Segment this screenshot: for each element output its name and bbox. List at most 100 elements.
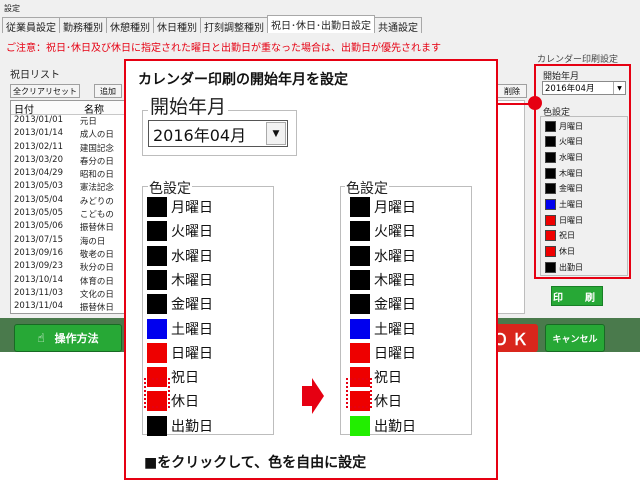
list-item-date: 2013/05/04 <box>14 194 63 205</box>
list-item-name: 秋分の日 <box>79 263 114 274</box>
holiday-list[interactable]: 日付 名称 2013/01/01 元日 2013/01/14 成人の日 2013/02/… <box>10 100 128 314</box>
color-swatch[interactable] <box>545 230 556 242</box>
color-swatch[interactable] <box>147 269 167 290</box>
cancel-button[interactable]: キャンセル <box>545 324 605 352</box>
callout-color-row-label: 祝日 <box>171 370 199 387</box>
list-item-date: 2013/05/05 <box>14 208 63 219</box>
tab-work-type[interactable]: 勤務種別 <box>59 17 107 34</box>
help-button-label: 操作方法 <box>54 332 99 345</box>
list-item[interactable]: 2013/11/03 文化の日 <box>11 288 127 301</box>
color-row: 月曜日 <box>545 119 583 133</box>
list-item-date: 2013/09/23 <box>14 261 63 272</box>
list-item[interactable]: 2013/05/06 振替休日 <box>11 221 127 234</box>
chevron-down-icon[interactable]: ▼ <box>266 122 286 145</box>
column-name[interactable]: 名称 <box>81 101 104 116</box>
tab-employee[interactable]: 従業員設定 <box>2 17 60 34</box>
color-swatch[interactable] <box>350 269 370 290</box>
list-item-date: 2013/05/03 <box>14 181 63 192</box>
list-item[interactable]: 2013/11/04 振替休日 <box>11 301 127 313</box>
color-swatch[interactable] <box>147 318 167 339</box>
delete-button[interactable]: 削除 <box>497 84 527 98</box>
color-swatch[interactable] <box>545 246 556 258</box>
list-item[interactable]: 2013/09/16 敬老の日 <box>11 248 127 261</box>
color-swatch[interactable] <box>350 415 370 436</box>
color-row: 日曜日 <box>545 213 583 227</box>
notice-text: ご注意：祝日･休日及び休日に指定された曜日と出勤日が重なった場合は、出勤日が優先… <box>6 43 441 54</box>
chevron-down-icon[interactable]: ▼ <box>613 82 625 94</box>
list-item-date: 2013/11/04 <box>14 301 63 312</box>
color-swatch[interactable] <box>545 136 556 148</box>
color-swatch[interactable] <box>147 342 167 363</box>
list-item[interactable]: 2013/07/15 海の日 <box>11 235 127 248</box>
color-swatch[interactable] <box>350 294 370 315</box>
callout-color-row-label: 日曜日 <box>171 345 213 362</box>
color-row: 祝日 <box>545 229 575 243</box>
list-item-name: 体育の日 <box>79 276 114 287</box>
callout-start-month-select[interactable]: 2016年04月 ▼ <box>148 120 288 147</box>
color-swatch[interactable] <box>545 151 556 163</box>
tab-common[interactable]: 共通設定 <box>374 17 422 34</box>
color-row: 土曜日 <box>545 198 583 212</box>
print-button[interactable]: 印 刷 <box>551 286 603 306</box>
color-swatch[interactable] <box>147 415 167 436</box>
color-swatch[interactable] <box>147 197 167 217</box>
color-row-label: 火曜日 <box>559 137 583 147</box>
color-swatch[interactable] <box>147 221 167 242</box>
callout-title: カレンダー印刷の開始年月を設定 <box>138 72 348 88</box>
list-item[interactable]: 2013/05/05 こどもの <box>11 208 127 221</box>
callout-color-label-before: 色設定 <box>148 178 192 198</box>
callout-color-row: 出勤日 <box>147 415 213 437</box>
list-item-name: 憲法記念 <box>79 183 114 194</box>
list-item[interactable]: 2013/10/14 体育の日 <box>11 275 127 288</box>
list-item[interactable]: 2013/05/04 みどりの <box>11 195 127 208</box>
color-swatch[interactable] <box>545 183 556 195</box>
clear-all-button[interactable]: 全クリアリセット <box>10 84 80 98</box>
tab-stamp-adjust[interactable]: 打刻調整種別 <box>200 17 268 34</box>
list-item[interactable]: 2013/09/23 秋分の日 <box>11 261 127 274</box>
list-item-date: 2013/07/15 <box>14 234 63 245</box>
window-title: 設定 <box>4 4 20 13</box>
color-swatch[interactable] <box>350 221 370 242</box>
color-swatch[interactable] <box>545 214 556 226</box>
list-item-name: 春分の日 <box>79 156 114 167</box>
color-swatch[interactable] <box>350 342 370 363</box>
color-swatch[interactable] <box>147 294 167 315</box>
color-swatch[interactable] <box>545 167 556 179</box>
holiday-list-rows: 2013/01/01 元日 2013/01/14 成人の日 2013/02/11 建国記念… <box>11 115 127 313</box>
color-swatch[interactable] <box>350 245 370 266</box>
tab-break-type[interactable]: 休憩種別 <box>106 17 154 34</box>
start-month-select[interactable]: 2016年04月 ▼ <box>542 81 626 95</box>
add-button[interactable]: 追加 <box>94 84 122 98</box>
color-row: 出勤日 <box>545 260 583 274</box>
help-button[interactable]: ☝ 操作方法 <box>14 324 122 352</box>
tab-holiday-type[interactable]: 休日種別 <box>153 17 201 34</box>
list-item[interactable]: 2013/01/14 成人の日 <box>11 128 127 141</box>
color-swatch[interactable] <box>147 245 167 266</box>
list-item[interactable]: 2013/02/11 建国記念 <box>11 142 127 155</box>
list-item-name: 建国記念 <box>79 143 114 154</box>
column-date[interactable]: 日付 <box>11 101 81 116</box>
callout-color-row: 水曜日 <box>147 245 213 267</box>
color-row-label: 水曜日 <box>559 152 583 162</box>
callout-start-month-value: 2016年04月 <box>153 125 247 145</box>
highlight-after-swatch <box>346 378 372 408</box>
tab-holiday-settings[interactable]: 祝日･休日･出勤日設定 <box>267 15 375 33</box>
holiday-list-label: 祝日リスト <box>10 70 60 81</box>
color-swatch[interactable] <box>545 199 556 210</box>
list-item[interactable]: 2013/04/29 昭和の日 <box>11 168 127 181</box>
color-swatch[interactable] <box>545 120 556 132</box>
callout-color-row: 月曜日 <box>350 196 416 218</box>
list-item[interactable]: 2013/01/01 元日 <box>11 115 127 128</box>
color-swatch[interactable] <box>350 318 370 339</box>
list-item-name: 文化の日 <box>79 289 114 300</box>
color-swatch[interactable] <box>545 261 556 273</box>
color-row-label: 木曜日 <box>559 168 583 178</box>
list-item[interactable]: 2013/03/20 春分の日 <box>11 155 127 168</box>
callout-color-row: 金曜日 <box>350 293 416 315</box>
color-swatch[interactable] <box>350 197 370 217</box>
list-item[interactable]: 2013/05/03 憲法記念 <box>11 181 127 194</box>
callout-color-row-label: 木曜日 <box>374 272 416 289</box>
color-row: 火曜日 <box>545 135 583 149</box>
hand-pointer-icon: ☝ <box>37 331 45 345</box>
list-item-name: 振替休日 <box>79 223 114 234</box>
